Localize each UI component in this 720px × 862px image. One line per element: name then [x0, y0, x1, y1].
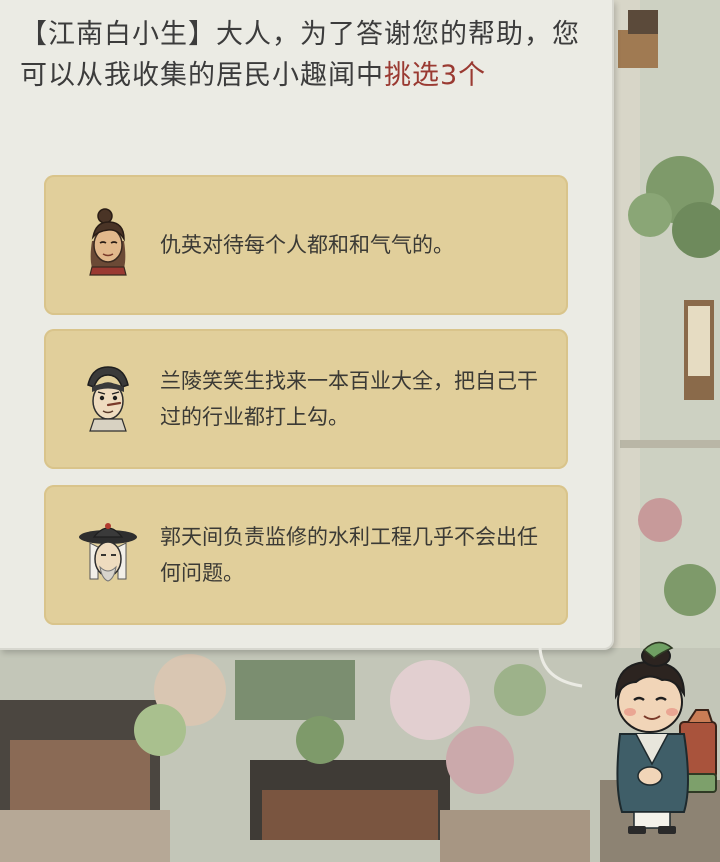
- anecdote-option-3[interactable]: 郭天间负责监修的水利工程几乎不会出任何问题。: [44, 485, 568, 625]
- speech-bubble-tail: [538, 647, 583, 688]
- scholar-guide-icon[interactable]: [588, 636, 720, 836]
- anecdote-option-text: 兰陵笑笑生找来一本百业大全，把自己干过的行业都打上勾。: [160, 369, 538, 429]
- dialog-message-text: 【江南白小生】大人，为了答谢您的帮助，您可以从我收集的居民小趣闻中: [20, 19, 580, 91]
- anecdote-option-text: 郭天间负责监修的水利工程几乎不会出任何问题。: [160, 525, 538, 585]
- dialog-message-highlight: 挑选3个: [384, 60, 487, 91]
- lanling-portrait-icon: [87, 366, 129, 432]
- guo-tianjian-portrait-icon: [79, 523, 137, 582]
- dialog-message: 【江南白小生】大人，为了答谢您的帮助，您可以从我收集的居民小趣闻中挑选3个: [20, 14, 598, 96]
- anecdote-option-text: 仇英对待每个人都和和气气的。: [160, 233, 454, 257]
- qiu-ying-portrait-icon: [89, 208, 127, 276]
- anecdote-option-1[interactable]: 仇英对待每个人都和和气气的。: [44, 175, 568, 315]
- dialog-panel: 【江南白小生】大人，为了答谢您的帮助，您可以从我收集的居民小趣闻中挑选3个 仇英…: [0, 0, 614, 650]
- anecdote-option-2[interactable]: 兰陵笑笑生找来一本百业大全，把自己干过的行业都打上勾。: [44, 329, 568, 469]
